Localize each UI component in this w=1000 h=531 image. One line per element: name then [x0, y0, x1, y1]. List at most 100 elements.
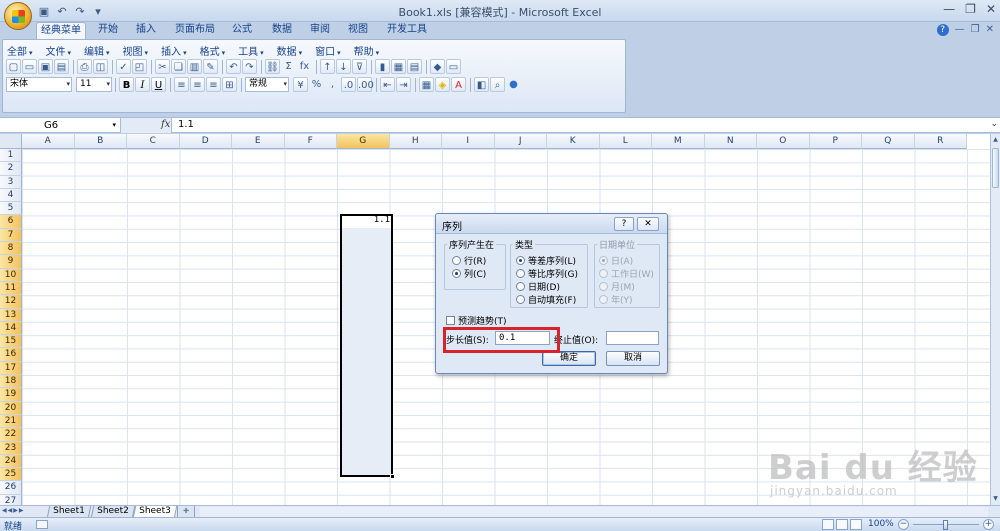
row-header[interactable]: 13 — [0, 308, 22, 322]
merge-center-icon[interactable]: ⊞ — [222, 77, 237, 92]
column-header[interactable]: O — [757, 134, 810, 149]
column-header[interactable]: L — [599, 134, 652, 149]
column-header[interactable]: I — [442, 134, 495, 149]
paste-icon[interactable]: ▥ — [187, 59, 202, 74]
menu-insert[interactable]: 插入 ▾ — [161, 43, 187, 58]
row-header[interactable]: 10 — [0, 268, 22, 282]
menu-view[interactable]: 视图 ▾ — [123, 43, 149, 58]
row-header[interactable]: 4 — [0, 188, 22, 203]
menu-window[interactable]: 窗口 ▾ — [315, 43, 341, 58]
zoom-level[interactable]: 100% — [868, 519, 894, 529]
row-header[interactable]: 12 — [0, 295, 22, 309]
scroll-down-icon[interactable]: ▼ — [991, 493, 1000, 505]
pivot-table-icon[interactable]: ▦ — [391, 59, 406, 74]
hyperlink-icon[interactable]: ⛓ — [265, 59, 280, 74]
undo-icon[interactable]: ↶ — [226, 59, 241, 74]
align-left-icon[interactable]: ≡ — [174, 77, 189, 92]
row-header[interactable]: 11 — [0, 281, 22, 296]
prev-sheet-icon[interactable]: ◀ — [8, 507, 13, 514]
formula-input[interactable]: 1.1 — [178, 119, 194, 130]
ok-button[interactable]: 确定 — [542, 351, 596, 366]
office-button[interactable] — [4, 2, 32, 30]
increase-indent-icon[interactable]: ⇥ — [396, 77, 411, 92]
row-header[interactable]: 5 — [0, 202, 22, 216]
column-header[interactable]: J — [494, 134, 547, 149]
radio-unit-month[interactable]: 月(M) — [599, 280, 635, 293]
tab-review[interactable]: 审阅 — [304, 22, 336, 39]
print-preview-icon[interactable]: ◫ — [93, 59, 108, 74]
column-header[interactable]: K — [547, 134, 600, 149]
restore-icon[interactable]: ❐ — [965, 2, 976, 16]
row-header[interactable]: 8 — [0, 242, 22, 256]
radio-type-date[interactable]: 日期(D) — [516, 280, 560, 293]
zoom-out-button[interactable]: − — [898, 519, 909, 530]
filter-icon[interactable]: ⊽ — [352, 59, 367, 74]
zoom-slider-thumb[interactable] — [943, 520, 948, 530]
radio-unit-weekday[interactable]: 工作日(W) — [599, 267, 654, 280]
row-header[interactable]: 26 — [0, 481, 22, 495]
open-folder-icon[interactable]: ▭ — [446, 59, 461, 74]
autosum-icon[interactable]: Σ — [281, 59, 296, 74]
currency-icon[interactable]: ¥ — [293, 77, 308, 92]
expand-formula-bar-icon[interactable]: ⌄ — [990, 119, 998, 129]
spelling-icon[interactable]: ✓ — [116, 59, 131, 74]
tab-insert[interactable]: 插入 — [130, 22, 162, 39]
redo-icon[interactable]: ↷ — [242, 59, 257, 74]
row-header[interactable]: 22 — [0, 428, 22, 442]
row-header[interactable]: 17 — [0, 361, 22, 376]
find-icon[interactable]: ⌕ — [490, 77, 505, 92]
selected-range[interactable] — [340, 214, 393, 477]
page-layout-view-icon[interactable] — [836, 519, 848, 530]
chart-icon[interactable]: ▮ — [375, 59, 390, 74]
row-header[interactable]: 27 — [0, 494, 22, 505]
table-icon[interactable]: ▤ — [407, 59, 422, 74]
radio-series-rows[interactable]: 行(R) — [452, 254, 486, 267]
menu-format[interactable]: 格式 ▾ — [200, 43, 226, 58]
scroll-up-icon[interactable]: ▲ — [991, 134, 1000, 146]
row-header[interactable]: 24 — [0, 454, 22, 469]
row-header[interactable]: 2 — [0, 162, 22, 176]
italic-button[interactable]: I — [135, 77, 150, 92]
column-header[interactable]: D — [179, 134, 232, 149]
column-header[interactable]: A — [22, 134, 75, 149]
normal-view-icon[interactable] — [822, 519, 834, 530]
stop-value-input[interactable] — [606, 331, 659, 345]
theme-icon[interactable]: ◆ — [430, 59, 445, 74]
close-icon[interactable]: ✕ — [986, 2, 996, 16]
align-right-icon[interactable]: ≡ — [206, 77, 221, 92]
row-header[interactable]: 16 — [0, 348, 22, 362]
vertical-scrollbar[interactable]: ▲ ▼ — [990, 134, 1000, 505]
borders-icon[interactable]: ▦ — [419, 77, 434, 92]
row-header[interactable]: 15 — [0, 335, 22, 349]
ribbon-minimize-icon[interactable]: — — [955, 24, 965, 36]
radio-type-autofill[interactable]: 自动填充(F) — [516, 293, 576, 306]
decrease-decimal-icon[interactable]: .00 — [357, 77, 374, 92]
ribbon-restore-icon[interactable]: ❐ — [971, 24, 980, 36]
menu-edit[interactable]: 编辑 ▾ — [84, 43, 110, 58]
row-header[interactable]: 25 — [0, 468, 22, 482]
column-header[interactable]: E — [232, 134, 285, 149]
bold-button[interactable]: B — [119, 77, 134, 92]
menu-tools[interactable]: 工具 ▾ — [238, 43, 264, 58]
column-header[interactable]: R — [914, 134, 967, 149]
tab-data[interactable]: 数据 — [266, 22, 298, 39]
help-icon[interactable]: ? — [936, 24, 949, 36]
minimize-icon[interactable]: — — [943, 2, 955, 16]
tab-developer[interactable]: 开发工具 — [382, 22, 432, 39]
select-all-button[interactable] — [0, 134, 22, 149]
radio-unit-day[interactable]: 日(A) — [599, 254, 633, 267]
tab-page-layout[interactable]: 页面布局 — [170, 22, 220, 39]
permission-icon[interactable]: ▤ — [54, 59, 69, 74]
underline-button[interactable]: U — [151, 77, 166, 92]
insert-function-icon[interactable]: fx — [297, 59, 312, 74]
tab-classic-menu[interactable]: 经典菜单 — [36, 22, 86, 39]
cancel-button[interactable]: 取消 — [606, 351, 660, 366]
page-break-view-icon[interactable] — [850, 519, 862, 530]
column-header[interactable]: P — [809, 134, 862, 149]
name-box[interactable]: G6 ▾ — [2, 119, 118, 132]
new-file-icon[interactable]: ▢ — [6, 59, 21, 74]
row-header[interactable]: 1 — [0, 149, 22, 163]
row-header[interactable]: 18 — [0, 375, 22, 389]
first-sheet-icon[interactable]: ◀ — [2, 507, 7, 514]
radio-unit-year[interactable]: 年(Y) — [599, 293, 633, 306]
